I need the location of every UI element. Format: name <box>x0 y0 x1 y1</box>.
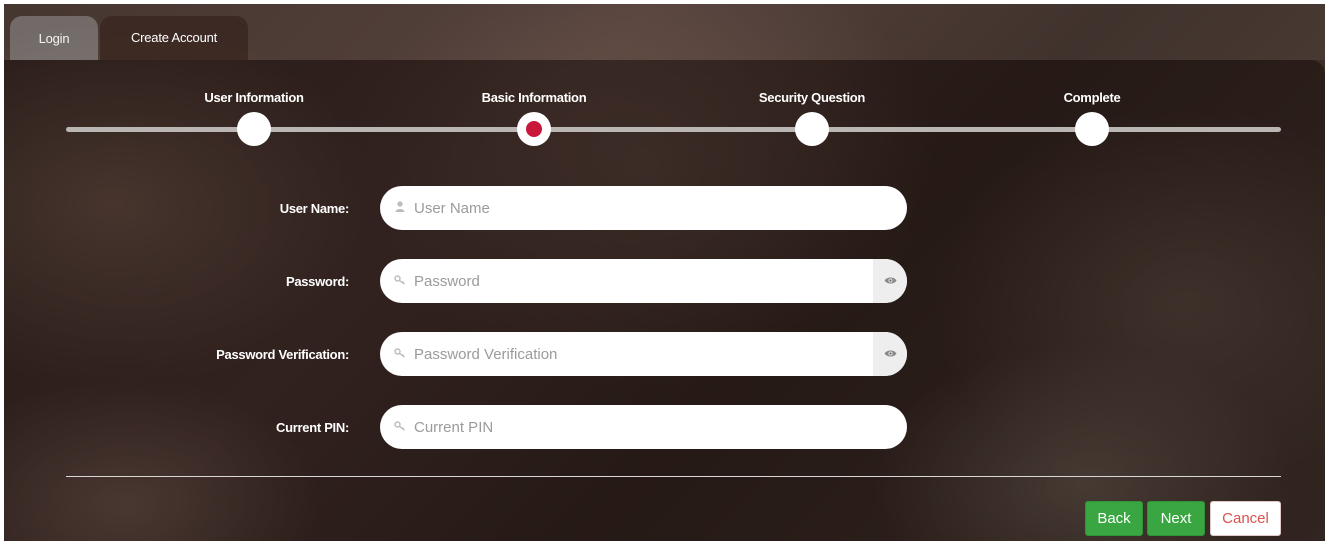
current-pin-row: Current PIN: <box>4 405 914 449</box>
step-dot-active <box>517 112 551 146</box>
step-dot <box>237 112 271 146</box>
step-label: Security Question <box>758 90 866 105</box>
back-button[interactable]: Back <box>1085 501 1143 536</box>
next-button[interactable]: Next <box>1147 501 1205 536</box>
password-input[interactable] <box>414 272 873 290</box>
current-pin-field-box <box>380 405 907 449</box>
password-visibility-toggle[interactable] <box>873 259 907 303</box>
password-verification-visibility-toggle[interactable] <box>873 332 907 376</box>
user-icon <box>392 201 408 215</box>
step-label: User Information <box>204 90 304 105</box>
username-input[interactable] <box>414 199 907 217</box>
password-field-box <box>380 259 907 303</box>
username-label: User Name: <box>279 200 350 216</box>
username-row: User Name: <box>4 186 914 230</box>
eye-icon <box>884 272 897 290</box>
tab-create-account-label: Create Account <box>130 30 218 45</box>
current-pin-label: Current PIN: <box>276 419 349 435</box>
cancel-button[interactable]: Cancel <box>1210 501 1281 536</box>
step-basic-information: Basic Information <box>454 90 614 146</box>
tab-login-label: Login <box>38 30 70 46</box>
tab-login[interactable]: Login <box>10 16 98 60</box>
password-verification-input[interactable] <box>414 345 873 363</box>
username-field-box <box>380 186 907 230</box>
step-complete: Complete <box>1012 90 1172 146</box>
key-icon <box>392 347 408 361</box>
key-icon <box>392 274 408 288</box>
password-verification-field-box <box>380 332 907 376</box>
current-pin-input[interactable] <box>414 418 907 436</box>
step-label: Basic Information <box>481 90 587 105</box>
step-dot <box>795 112 829 146</box>
background-frame: Login Create Account User Information Ba… <box>4 4 1325 541</box>
form-divider <box>66 476 1281 477</box>
key-icon <box>392 420 408 434</box>
step-label: Complete <box>1063 90 1121 105</box>
password-verification-label: Password Verification: <box>216 346 349 362</box>
active-step-indicator <box>526 121 542 137</box>
step-security-question: Security Question <box>732 90 892 146</box>
password-verification-row: Password Verification: <box>4 332 914 376</box>
tab-bar: Login Create Account <box>4 4 1325 60</box>
step-dot <box>1075 112 1109 146</box>
tab-create-account[interactable]: Create Account <box>100 16 248 60</box>
eye-icon <box>884 345 897 363</box>
password-row: Password: <box>4 259 914 303</box>
step-user-information: User Information <box>174 90 334 146</box>
password-label: Password: <box>285 273 349 289</box>
